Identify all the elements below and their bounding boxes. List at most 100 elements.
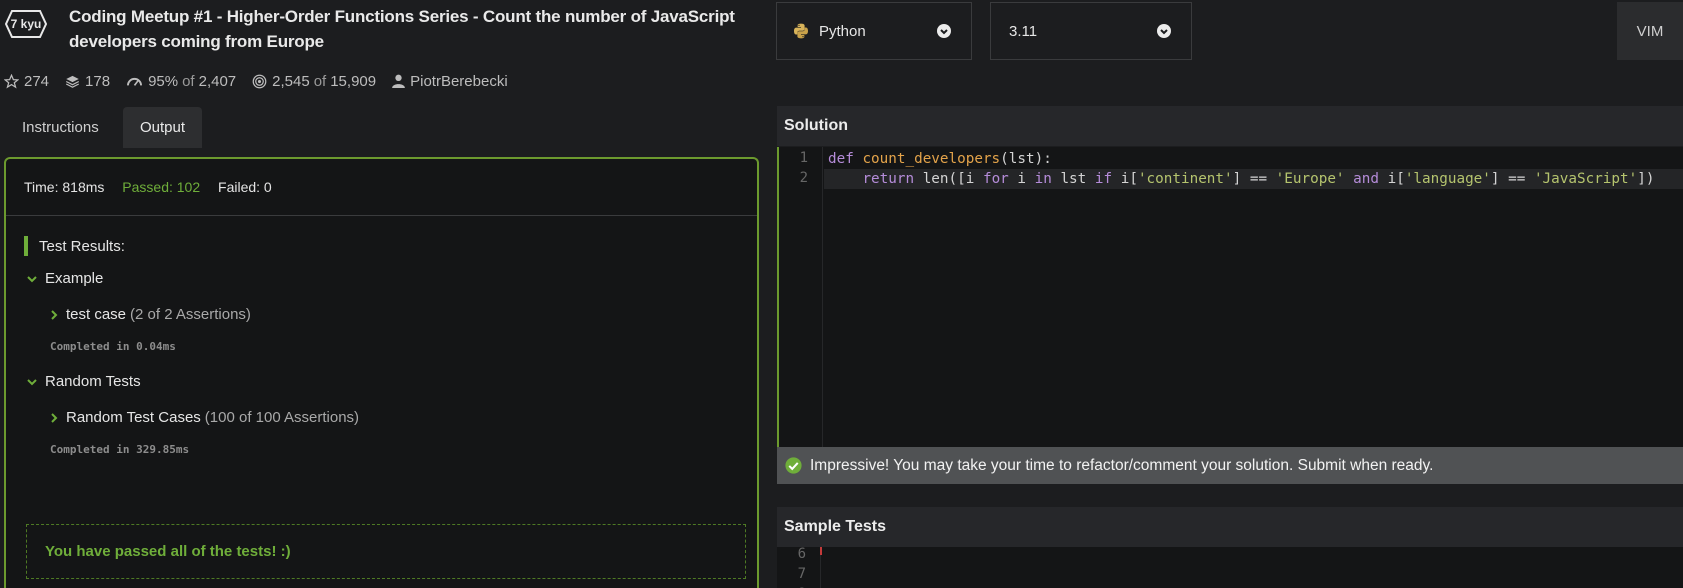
version-select[interactable]: 3.11 bbox=[990, 2, 1192, 60]
test-case-name: Random Test Cases bbox=[66, 409, 201, 426]
line-number: 7 bbox=[797, 566, 806, 582]
chevron-down-icon bbox=[27, 275, 37, 282]
chevron-right-icon bbox=[51, 309, 58, 320]
success-message: Impressive! You may take your time to re… bbox=[810, 456, 1434, 474]
collections-icon bbox=[66, 75, 80, 88]
test-results-header: Test Results: bbox=[24, 236, 125, 256]
collections-stat[interactable]: 178 bbox=[65, 73, 110, 90]
chevron-down-circle-icon bbox=[1157, 24, 1171, 38]
kata-title-line-2: developers coming from Europe bbox=[69, 32, 324, 51]
completed-count: 2,545 bbox=[272, 72, 310, 90]
star-icon bbox=[4, 73, 19, 89]
test-case-assertions: (2 of 2 Assertions) bbox=[130, 306, 251, 323]
code-token: 'language' bbox=[1404, 171, 1491, 187]
code-token: and bbox=[1353, 171, 1379, 187]
code-token: if bbox=[1094, 171, 1113, 187]
code-token: lst bbox=[1051, 171, 1095, 187]
test-summary: Time: 818ms Passed: 102 Failed: 0 bbox=[24, 179, 286, 195]
code-token: 'JavaScript' bbox=[1533, 171, 1638, 187]
all-tests-passed-message: You have passed all of the tests! :) bbox=[26, 524, 746, 579]
solution-header: Solution bbox=[777, 106, 1683, 146]
version-value: 3.11 bbox=[1009, 22, 1038, 40]
error-marker bbox=[820, 547, 822, 555]
test-case-random[interactable]: Random Test Cases (100 of 100 Assertions… bbox=[50, 409, 359, 426]
test-case-example[interactable]: test case (2 of 2 Assertions) bbox=[50, 306, 251, 323]
kata-title: Coding Meetup #1 - Higher-Order Function… bbox=[69, 4, 749, 54]
code-token: count_developers bbox=[862, 151, 1001, 167]
code-token: def bbox=[828, 151, 854, 167]
completed-time: Completed in 329.85ms bbox=[50, 443, 190, 456]
summary-divider bbox=[6, 215, 757, 216]
line-number: 6 bbox=[797, 547, 806, 562]
language-select[interactable]: Python bbox=[776, 2, 972, 60]
satisfaction-icon bbox=[127, 77, 143, 86]
votes-count: 2,407 bbox=[198, 72, 237, 90]
code-line-1[interactable]: def count_developers(lst): bbox=[828, 149, 1052, 169]
passed-count: Passed: 102 bbox=[122, 179, 201, 195]
kyu-rank-badge: 7 kyu bbox=[5, 10, 47, 38]
line-number: 2 bbox=[799, 170, 808, 186]
attempts-count: 15,909 bbox=[330, 72, 377, 90]
code-token: (lst): bbox=[1000, 151, 1052, 167]
user-icon bbox=[392, 74, 405, 88]
check-circle-icon bbox=[785, 457, 802, 474]
test-group-name: Example bbox=[45, 270, 104, 287]
solution-success-banner: Impressive! You may take your time to re… bbox=[777, 447, 1683, 484]
language-value: Python bbox=[819, 22, 866, 40]
editor-gutter: 6 7 8 bbox=[777, 547, 821, 588]
solution-editor[interactable]: 1 2 def count_developers(lst): return le… bbox=[777, 147, 1683, 447]
kata-title-line-1: Coding Meetup #1 - Higher-Order Function… bbox=[69, 7, 735, 26]
code-token: i[ bbox=[1112, 171, 1138, 187]
code-token: 'Europe' bbox=[1275, 171, 1345, 187]
code-token: ] == bbox=[1490, 171, 1534, 187]
code-token: i[ bbox=[1378, 171, 1405, 187]
satisfaction-rate: 95% bbox=[148, 72, 179, 90]
code-line-2[interactable]: return len([i for i in lst if i['contine… bbox=[828, 169, 1654, 189]
failed-count: Failed: 0 bbox=[218, 179, 272, 195]
test-results-title: Test Results: bbox=[39, 237, 125, 255]
satisfaction-of: of bbox=[182, 72, 195, 90]
output-panel: Time: 818ms Passed: 102 Failed: 0 Test R… bbox=[4, 157, 759, 588]
author-stat[interactable]: PiotrBerebecki bbox=[392, 73, 508, 90]
code-token: len([i bbox=[914, 171, 983, 187]
tab-instructions[interactable]: Instructions bbox=[5, 107, 116, 148]
author-name[interactable]: PiotrBerebecki bbox=[410, 73, 508, 90]
python-icon bbox=[794, 23, 808, 39]
line-number: 1 bbox=[799, 150, 808, 166]
vim-mode-button[interactable]: VIM bbox=[1617, 2, 1683, 60]
test-group-random[interactable]: Random Tests bbox=[27, 373, 141, 390]
kata-stats: 274 178 95% of 2,407 2,545 of 15,909 Pio… bbox=[4, 71, 524, 91]
satisfaction-stat: 95% of 2,407 bbox=[126, 73, 236, 90]
kata-trainer: 7 kyu Coding Meetup #1 - Higher-Order Fu… bbox=[0, 0, 1683, 588]
run-time: Time: 818ms bbox=[24, 179, 105, 195]
kyu-rank-label: 7 kyu bbox=[10, 17, 42, 31]
completions-stat: 2,545 of 15,909 bbox=[252, 73, 376, 90]
code-token: ] == bbox=[1232, 171, 1276, 187]
test-group-example[interactable]: Example bbox=[27, 270, 103, 287]
chevron-down-icon bbox=[27, 378, 37, 385]
stars-stat[interactable]: 274 bbox=[4, 73, 49, 90]
code-token: 'continent' bbox=[1137, 171, 1233, 187]
editor-gutter: 1 2 bbox=[779, 147, 823, 447]
code-token: return bbox=[862, 171, 915, 187]
chevron-right-icon bbox=[51, 412, 58, 423]
code-token: ]) bbox=[1637, 171, 1655, 187]
completions-icon bbox=[252, 74, 267, 88]
chevron-down-circle-icon bbox=[937, 24, 951, 38]
collections-count: 178 bbox=[85, 72, 111, 90]
code-token: i bbox=[1008, 171, 1035, 187]
test-case-name: test case bbox=[66, 306, 127, 323]
test-group-name: Random Tests bbox=[45, 373, 141, 390]
code-token: in bbox=[1034, 171, 1052, 187]
completed-time: Completed in 0.04ms bbox=[50, 340, 176, 353]
stars-count: 274 bbox=[24, 72, 50, 90]
code-token: for bbox=[982, 171, 1009, 187]
test-case-assertions: (100 of 100 Assertions) bbox=[204, 409, 360, 426]
completed-of: of bbox=[313, 72, 327, 90]
tab-output[interactable]: Output bbox=[123, 107, 203, 148]
results-accent-bar bbox=[24, 236, 28, 256]
sample-tests-editor[interactable]: 6 7 8 bbox=[777, 547, 1683, 588]
sample-tests-header: Sample Tests bbox=[777, 507, 1683, 547]
